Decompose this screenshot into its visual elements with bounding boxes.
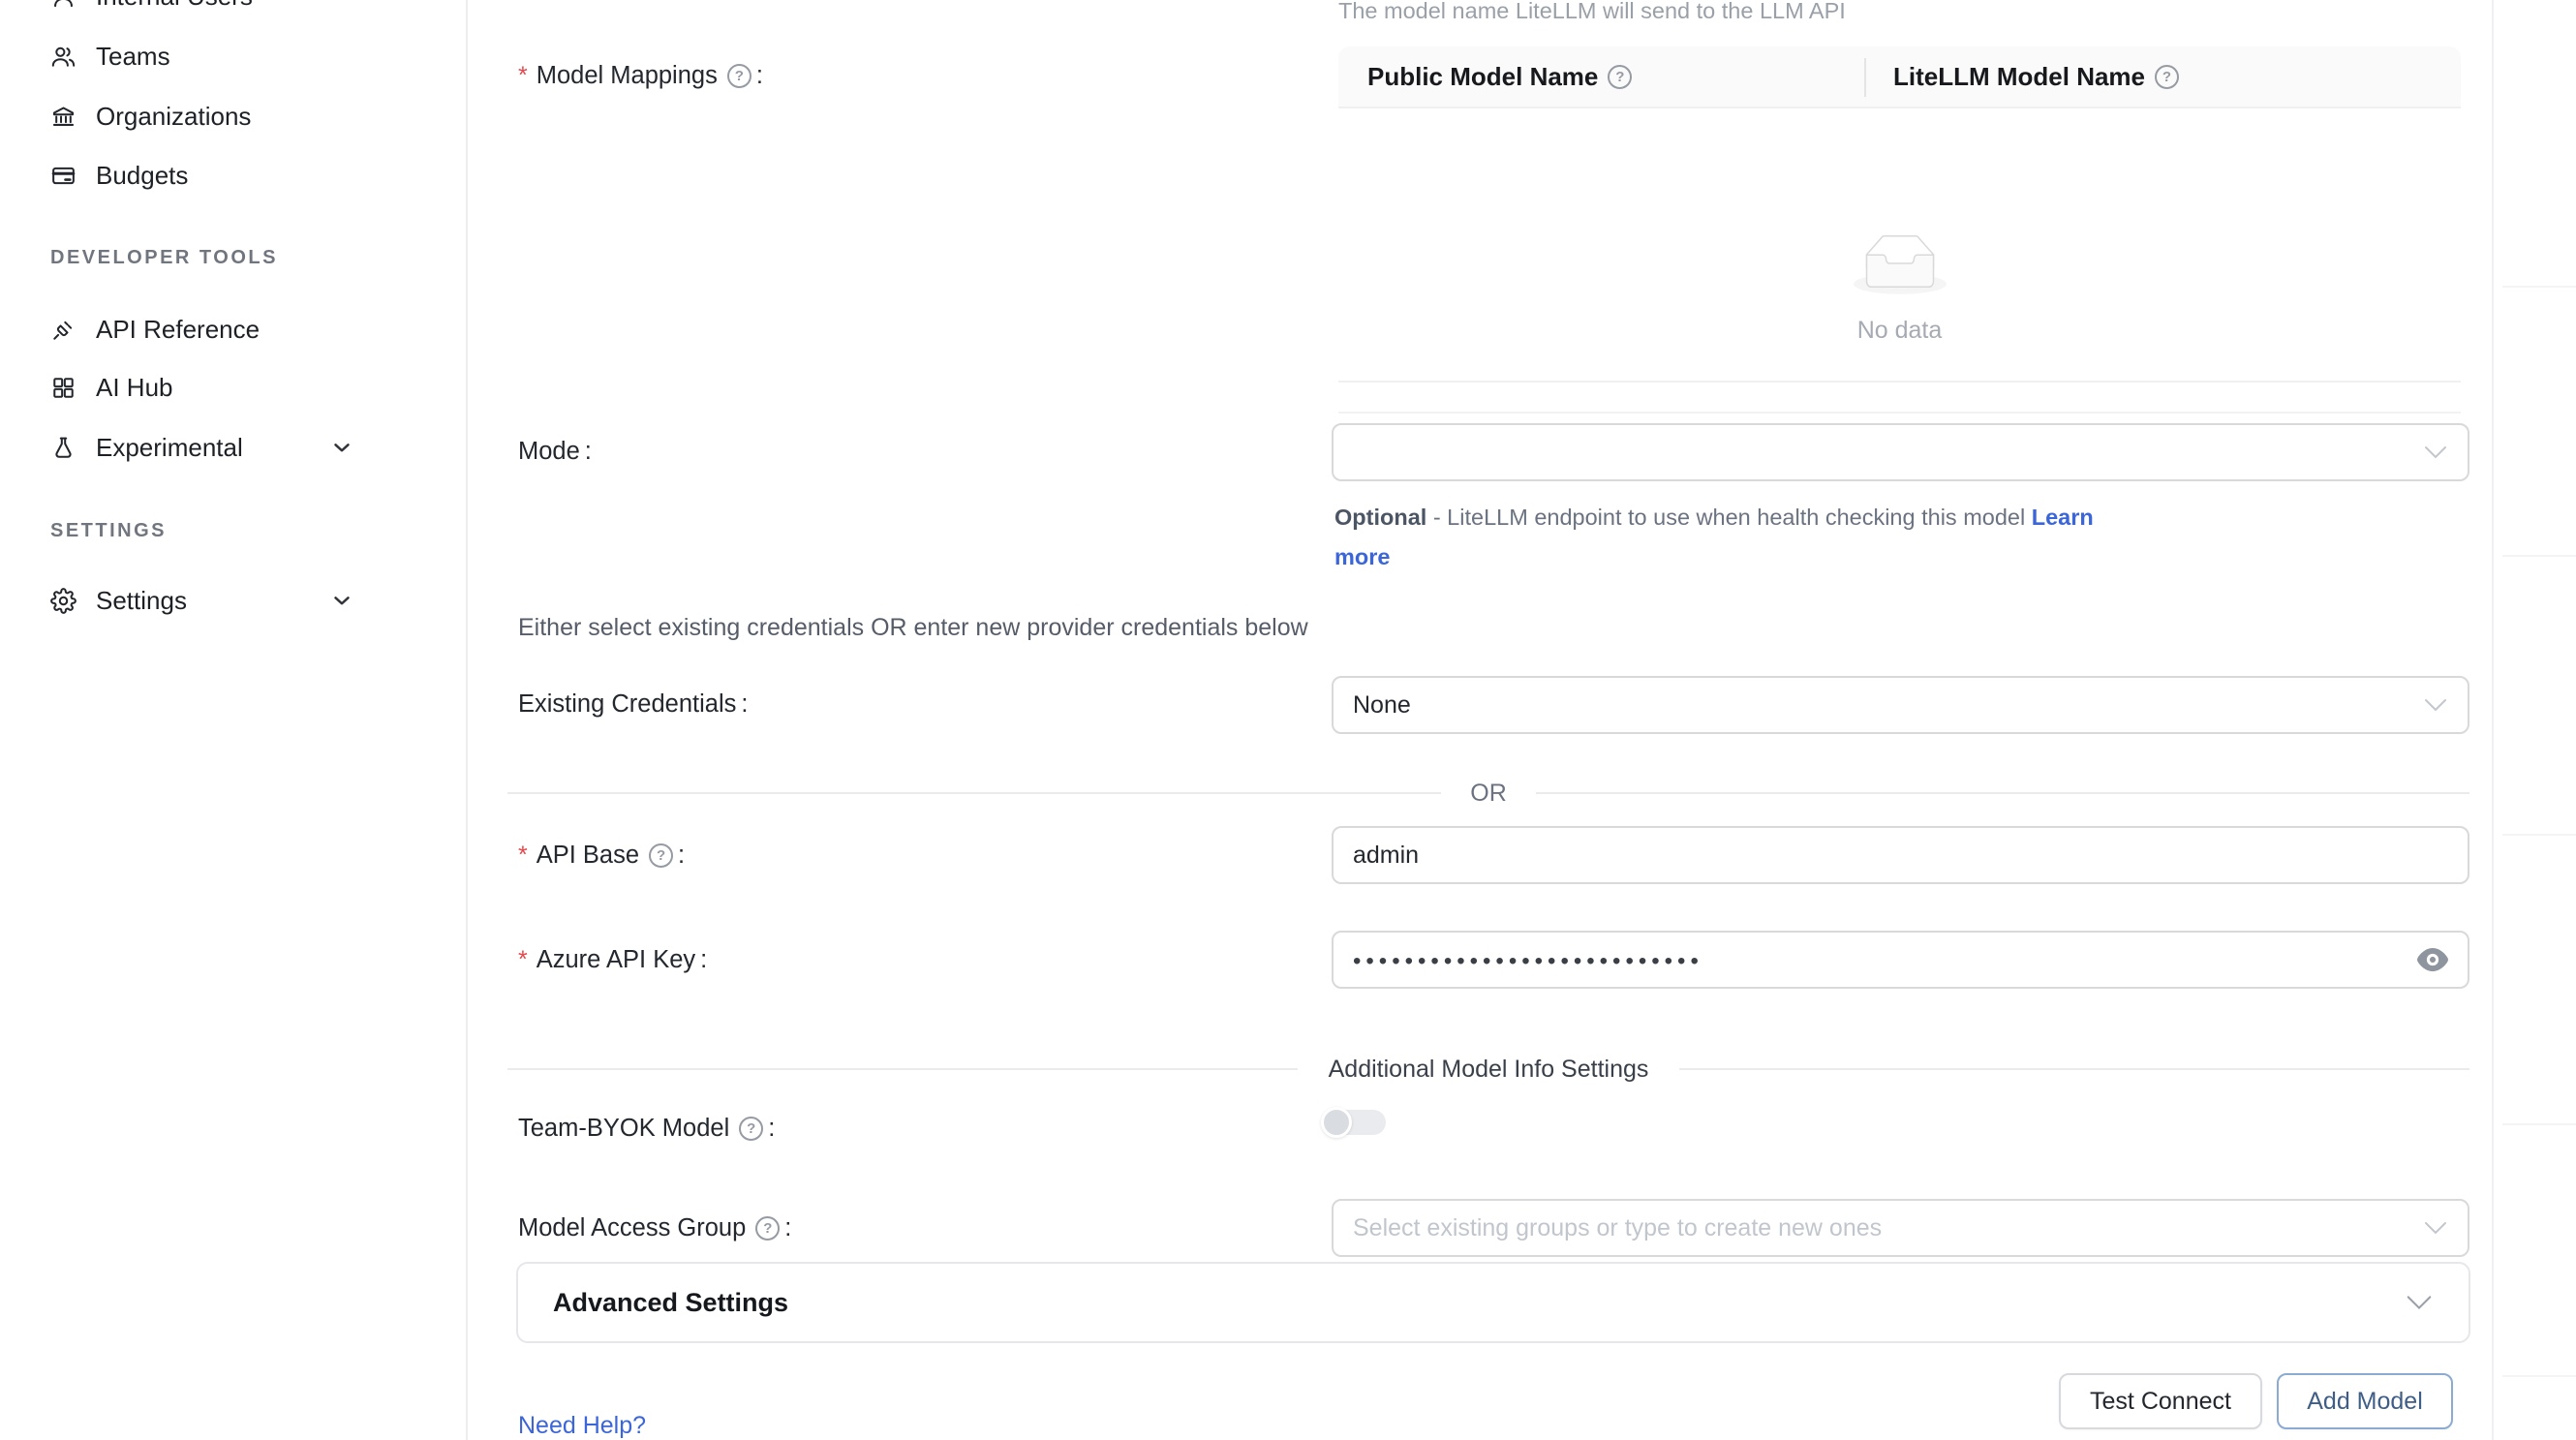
mode-helper-text: Optional - LiteLLM endpoint to use when …	[1334, 498, 2109, 577]
need-help-link[interactable]: Need Help?	[518, 1412, 646, 1440]
sidebar-section-developer-tools: DEVELOPER TOOLS	[50, 247, 278, 269]
azure-api-key-input[interactable]: •••••••••••••••••••••••••••	[1332, 931, 2469, 989]
sidebar-item-label: Organizations	[96, 102, 251, 132]
sidebar-item-experimental[interactable]: Experimental	[50, 420, 243, 475]
plug-icon	[50, 317, 77, 343]
rail-line	[2502, 834, 2576, 836]
mode-select[interactable]	[1332, 423, 2469, 481]
sidebar-item-internal-users[interactable]: Internal Users	[50, 0, 253, 23]
flask-icon	[50, 435, 77, 461]
advanced-settings-panel[interactable]: Advanced Settings	[516, 1262, 2470, 1343]
required-asterisk: *	[518, 62, 528, 90]
sidebar-item-label: Settings	[96, 586, 187, 616]
help-icon[interactable]	[2155, 65, 2179, 89]
rail-line	[2502, 1375, 2576, 1377]
chevron-down-icon	[2405, 1294, 2434, 1311]
table-empty-body: No data	[1338, 108, 2461, 383]
sidebar: Internal Users Teams Organizations	[0, 0, 468, 1440]
api-base-input[interactable]: admin	[1332, 826, 2469, 884]
sidebar-item-label: Teams	[96, 42, 170, 72]
additional-settings-divider: Additional Model Info Settings	[507, 1057, 2469, 1082]
no-data-text: No data	[1338, 317, 2461, 345]
sidebar-item-api-reference[interactable]: API Reference	[50, 302, 260, 356]
credit-card-icon	[50, 163, 77, 189]
eye-icon[interactable]	[2417, 948, 2448, 971]
select-placeholder: Select existing groups or type to create…	[1353, 1214, 1882, 1242]
api-base-value: admin	[1353, 842, 1419, 870]
sidebar-item-label: Experimental	[96, 433, 243, 463]
column-litellm-model-name: LiteLLM Model Name	[1864, 46, 2461, 107]
add-model-button[interactable]: Add Model	[2277, 1373, 2453, 1429]
test-connect-button[interactable]: Test Connect	[2059, 1373, 2262, 1429]
chevron-down-icon[interactable]	[329, 435, 354, 460]
chevron-down-icon[interactable]	[329, 588, 354, 613]
empty-inbox-icon	[1854, 234, 1947, 294]
required-asterisk: *	[518, 842, 528, 870]
advanced-settings-title: Advanced Settings	[553, 1288, 788, 1318]
content-right-border	[2492, 0, 2494, 1440]
teams-icon	[50, 44, 77, 70]
rail-line	[2502, 286, 2576, 288]
rail-line	[2502, 1123, 2576, 1125]
model-mappings-table: Public Model Name LiteLLM Model Name	[1338, 46, 2461, 414]
sidebar-item-ai-hub[interactable]: AI Hub	[50, 360, 173, 414]
azure-api-key-label: * Azure API Key :	[518, 945, 707, 974]
help-icon[interactable]	[1608, 65, 1632, 89]
masked-password: •••••••••••••••••••••••••••	[1353, 948, 1703, 975]
mode-label: Mode:	[518, 437, 592, 466]
or-divider: OR	[507, 781, 2469, 806]
model-access-group-select[interactable]: Select existing groups or type to create…	[1332, 1199, 2469, 1257]
required-asterisk: *	[518, 946, 528, 974]
help-icon[interactable]	[739, 1117, 763, 1141]
table-footer-line	[1338, 383, 2461, 414]
table-header: Public Model Name LiteLLM Model Name	[1338, 46, 2461, 108]
existing-credentials-label: Existing Credentials:	[518, 689, 748, 719]
sidebar-item-label: Internal Users	[96, 0, 253, 12]
user-icon	[50, 0, 77, 10]
sidebar-item-organizations[interactable]: Organizations	[50, 89, 251, 143]
help-icon[interactable]	[755, 1216, 780, 1241]
column-public-model-name: Public Model Name	[1338, 46, 1864, 107]
add-model-page: Internal Users Teams Organizations	[0, 0, 2576, 1440]
rail-line	[2502, 555, 2576, 557]
help-icon[interactable]	[727, 64, 751, 88]
sidebar-item-budgets[interactable]: Budgets	[50, 148, 188, 202]
grid-icon	[50, 375, 77, 401]
bank-icon	[50, 104, 77, 130]
sidebar-section-settings: SETTINGS	[50, 520, 167, 542]
existing-credentials-select[interactable]: None	[1332, 676, 2469, 734]
chevron-down-icon	[2423, 444, 2448, 460]
credentials-note: Either select existing credentials OR en…	[518, 614, 1308, 642]
help-icon[interactable]	[649, 843, 673, 868]
api-base-label: * API Base :	[518, 841, 685, 870]
chevron-down-icon	[2423, 1220, 2448, 1236]
gear-icon	[50, 588, 77, 614]
sidebar-item-label: AI Hub	[96, 373, 173, 403]
model-mappings-label: * Model Mappings :	[518, 61, 763, 90]
column-divider	[1864, 58, 1866, 97]
toggle-knob	[1321, 1107, 1352, 1138]
team-byok-label: Team-BYOK Model :	[518, 1114, 775, 1143]
sidebar-item-label: Budgets	[96, 161, 188, 191]
selected-value: None	[1353, 691, 1411, 720]
chevron-down-icon	[2423, 697, 2448, 713]
sidebar-item-settings[interactable]: Settings	[50, 573, 187, 628]
sidebar-item-label: API Reference	[96, 315, 260, 345]
add-model-form: The model name LiteLLM will send to the …	[468, 0, 2576, 1440]
sidebar-item-teams[interactable]: Teams	[50, 29, 170, 83]
team-byok-toggle[interactable]	[1322, 1110, 1386, 1135]
model-access-group-label: Model Access Group :	[518, 1213, 791, 1242]
model-name-note: The model name LiteLLM will send to the …	[1338, 0, 1846, 24]
